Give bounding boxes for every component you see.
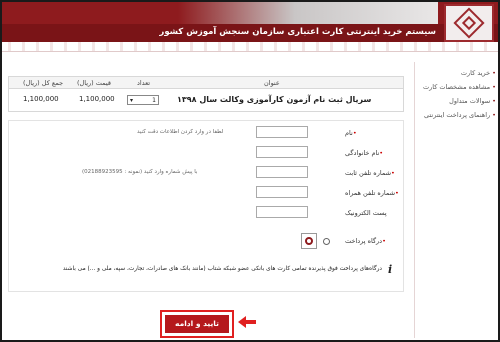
col-title: عنوان: [264, 79, 280, 87]
gateway-note: درگاه‌های پرداخت فوق پذیرنده تمامی کارت …: [62, 266, 382, 272]
bank-mellat-icon: [301, 233, 317, 249]
order-table-header: عنوان تعداد قیمت (ریال) جمع کل (ریال): [9, 77, 403, 89]
gateway-radio[interactable]: [323, 238, 330, 245]
col-total: جمع کل (ریال): [23, 79, 64, 87]
sidebar-item-view-card[interactable]: •مشاهده مشخصات کارت: [422, 80, 496, 94]
first-name-hint: لطفا در وارد کردن اطلاعات دقت کنید: [137, 129, 224, 135]
sidebar-item-faq[interactable]: •سوالات متداول: [422, 94, 496, 108]
phone-label: •شماره تلفن ثابت: [345, 169, 395, 177]
table-row: سریال ثبت نام آزمون کارآموزی وکالت سال ۱…: [9, 89, 403, 111]
mobile-input[interactable]: [256, 186, 308, 198]
phone-input[interactable]: [256, 166, 308, 178]
gateway-label: •درگاه پرداخت: [345, 237, 386, 245]
mobile-label: •شماره تلفن همراه: [345, 189, 399, 197]
last-name-input[interactable]: [256, 146, 308, 158]
sidebar-item-payment-guide[interactable]: •راهنمای پرداخت اینترنتی: [422, 108, 496, 122]
page-title: سیستم خرید اینترنتی کارت اعتباری سازمان …: [159, 27, 436, 37]
product-price: 1,100,000: [79, 95, 115, 103]
chevron-down-icon: ▾: [130, 96, 134, 104]
bullet-icon: •: [492, 111, 496, 119]
bullet-icon: •: [492, 69, 496, 77]
submit-highlight: تایید و ادامه: [160, 310, 234, 338]
email-label: پست الکترونیک: [345, 209, 387, 217]
product-title: سریال ثبت نام آزمون کارآموزی وکالت سال ۱…: [177, 95, 372, 104]
ornament-strip: [2, 42, 498, 52]
bullet-icon: •: [492, 97, 496, 105]
sidebar-divider: [414, 62, 415, 338]
order-table: عنوان تعداد قیمت (ریال) جمع کل (ریال) سر…: [8, 76, 404, 112]
confirm-continue-button[interactable]: تایید و ادامه: [165, 315, 229, 333]
first-name-input[interactable]: [256, 126, 308, 138]
col-price: قیمت (ریال): [77, 79, 111, 87]
email-input[interactable]: [256, 206, 308, 218]
last-name-label: •نام خانوادگی: [345, 149, 384, 157]
bullet-icon: •: [492, 83, 496, 91]
sidebar-item-buy-card[interactable]: •خرید کارت: [422, 66, 496, 80]
arrow-left-icon: [238, 316, 256, 328]
sidebar-menu: •خرید کارت •مشاهده مشخصات کارت •سوالات م…: [422, 66, 496, 122]
info-icon: i: [388, 263, 393, 276]
quantity-select[interactable]: ▾ 1: [127, 95, 159, 105]
col-quantity: تعداد: [137, 79, 151, 87]
product-total: 1,100,000: [23, 95, 59, 103]
page-header: سیستم خرید اینترنتی کارت اعتباری سازمان …: [2, 2, 498, 42]
phone-hint: با پیش شماره وارد کنید (نمونه : 02188923…: [82, 169, 198, 175]
sanjesh-logo: [444, 4, 494, 42]
first-name-label: •نام: [345, 129, 357, 137]
